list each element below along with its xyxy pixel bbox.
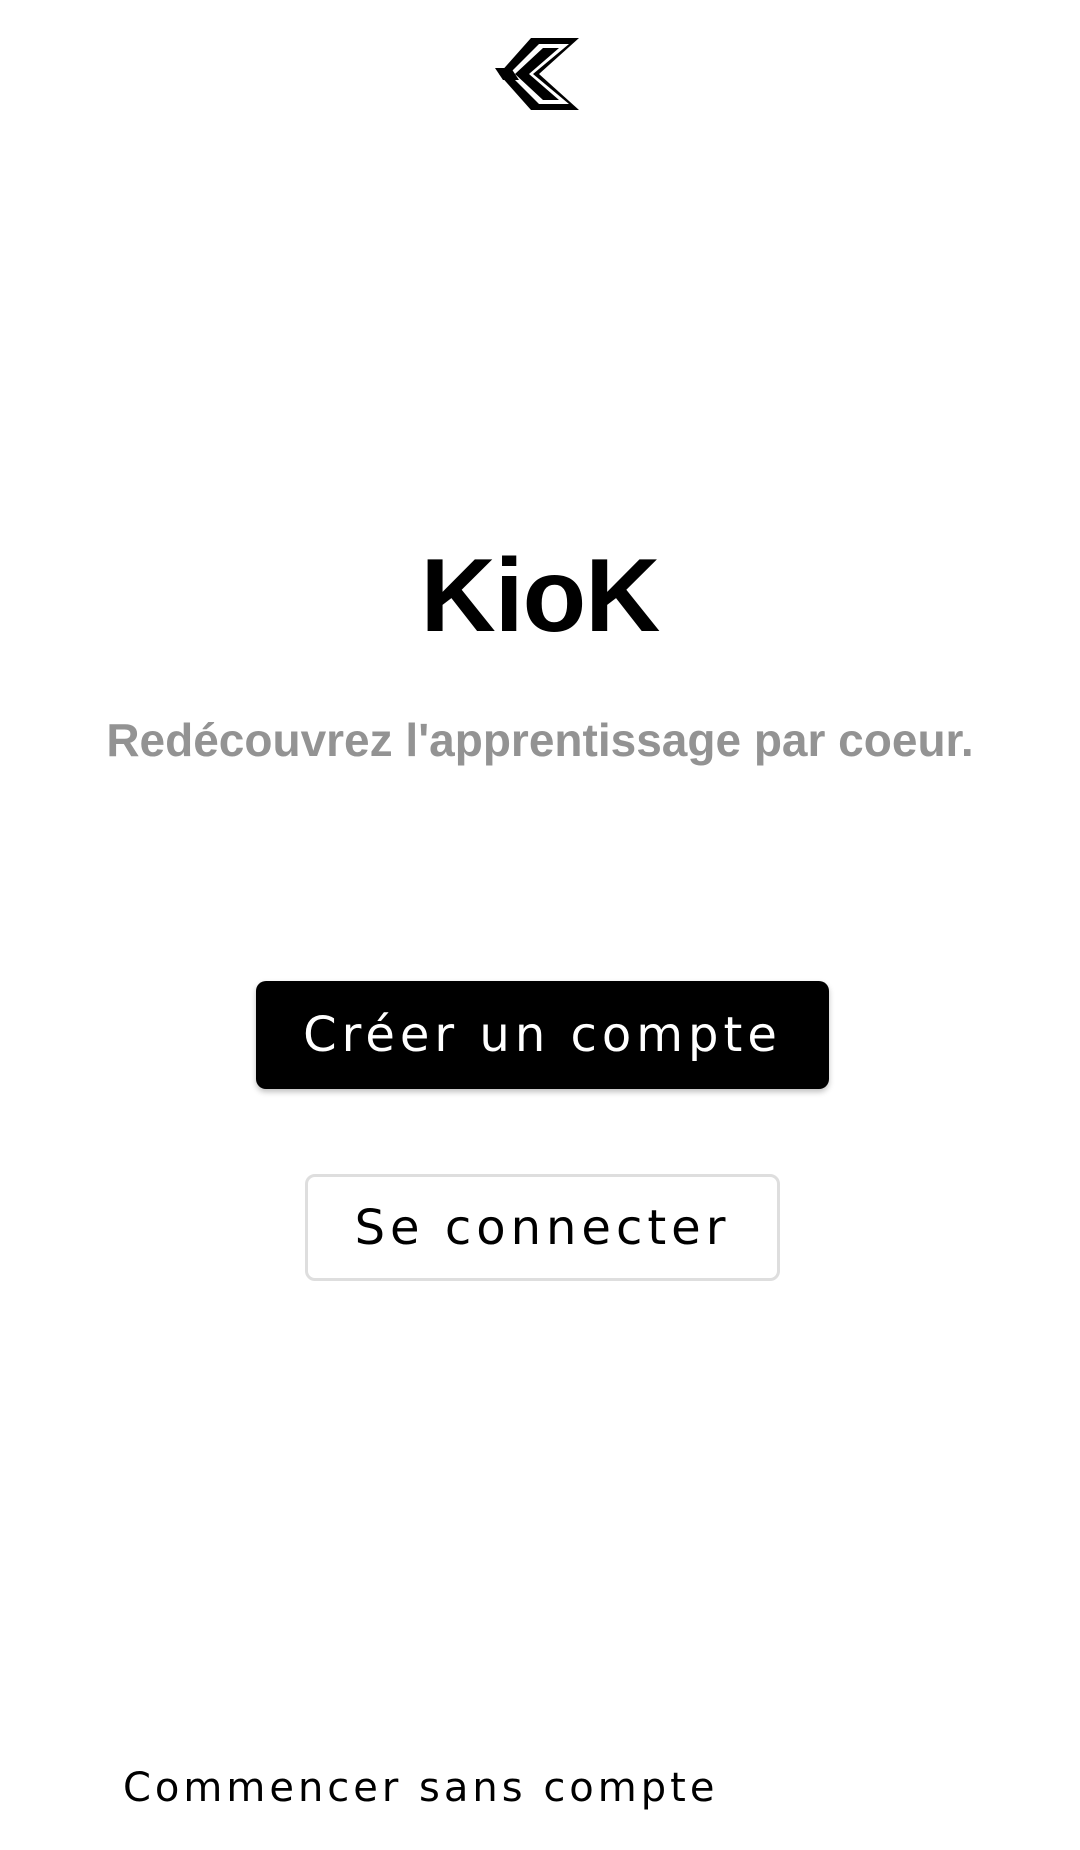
- app-title: KioK: [420, 538, 661, 654]
- create-account-button[interactable]: Créer un compte: [256, 981, 829, 1089]
- continue-without-account-link[interactable]: Commencer sans compte: [123, 1764, 718, 1812]
- kiok-logo-icon: [495, 38, 585, 110]
- app-tagline: Redécouvrez l'apprentissage par coeur.: [106, 714, 974, 766]
- sign-in-button[interactable]: Se connecter: [305, 1174, 780, 1281]
